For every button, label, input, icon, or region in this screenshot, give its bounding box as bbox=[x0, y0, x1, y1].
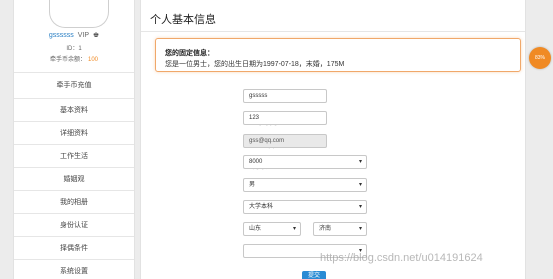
income-select[interactable]: 8000 bbox=[243, 155, 367, 169]
sidebar-item-work-life[interactable]: 工作生活 bbox=[14, 145, 134, 168]
username-row: gssssss VIP ♚ bbox=[14, 31, 134, 39]
crown-icon: ♚ bbox=[92, 32, 100, 39]
sidebar-item-settings[interactable]: 系统设置 bbox=[14, 260, 134, 279]
sidebar-item-recharge[interactable]: 牵手币充值 bbox=[14, 73, 134, 99]
phone-input[interactable]: 123 bbox=[243, 111, 327, 125]
province-value: 山东 bbox=[249, 226, 262, 232]
fixed-info-notice: 您的固定信息： 您是一位男士，您的出生日期为1997-07-18，末婚，175M bbox=[155, 38, 521, 72]
orientation-value: 男 bbox=[249, 182, 256, 188]
sidebar-item-partner-criteria[interactable]: 择偶条件 bbox=[14, 237, 134, 260]
notice-title: 您的固定信息： bbox=[165, 50, 214, 57]
nickname-input[interactable]: gsssss bbox=[243, 89, 327, 103]
province-select[interactable]: 山东 bbox=[243, 222, 301, 236]
education-value: 大学本科 bbox=[249, 204, 274, 210]
watermark: https://blog.csdn.net/u014191624 bbox=[320, 252, 483, 264]
income-value: 8000 bbox=[249, 159, 263, 165]
sidebar-item-detailed-info[interactable]: 详细资料 bbox=[14, 122, 134, 145]
sidebar: gssssss VIP ♚ ID：1 牵手币余额： 100 牵手币充值 基本资料 … bbox=[13, 0, 135, 279]
city-value: 济南 bbox=[319, 226, 332, 232]
main-panel: 个人基本信息 您的固定信息： 您是一位男士，您的出生日期为1997-07-18，… bbox=[140, 0, 526, 279]
username[interactable]: gssssss bbox=[49, 32, 74, 39]
progress-badge[interactable]: 83% bbox=[529, 47, 551, 69]
city-select[interactable]: 济南 bbox=[313, 222, 367, 236]
orientation-select[interactable]: 男 bbox=[243, 178, 367, 192]
sidebar-item-marriage-view[interactable]: 婚姻观 bbox=[14, 168, 134, 191]
balance-label: 牵手币余额： bbox=[49, 57, 86, 63]
balance-value: 100 bbox=[88, 57, 99, 63]
avatar[interactable] bbox=[49, 0, 109, 28]
balance-row: 牵手币余额： 100 bbox=[14, 54, 134, 63]
profile-card: gssssss VIP ♚ ID：1 牵手币余额： 100 bbox=[14, 0, 134, 72]
sidebar-item-identity[interactable]: 身份认证 bbox=[14, 214, 134, 237]
vip-label: VIP bbox=[77, 32, 89, 39]
sidebar-item-my-album[interactable]: 我的相册 bbox=[14, 191, 134, 214]
user-id: ID：1 bbox=[66, 46, 82, 52]
sidebar-item-basic-info[interactable]: 基本资料 bbox=[14, 99, 134, 122]
page-title: 个人基本信息 bbox=[150, 14, 216, 26]
email-field: gss@qq.com bbox=[243, 134, 327, 148]
divider bbox=[141, 31, 525, 32]
notice-text: 您是一位男士，您的出生日期为1997-07-18，末婚，175M bbox=[165, 61, 345, 68]
sidebar-nav: 牵手币充值 基本资料 详细资料 工作生活 婚姻观 我的相册 身份认证 择偶条件 … bbox=[14, 72, 134, 279]
submit-button[interactable]: 提交 bbox=[302, 271, 326, 279]
education-select[interactable]: 大学本科 bbox=[243, 200, 367, 214]
